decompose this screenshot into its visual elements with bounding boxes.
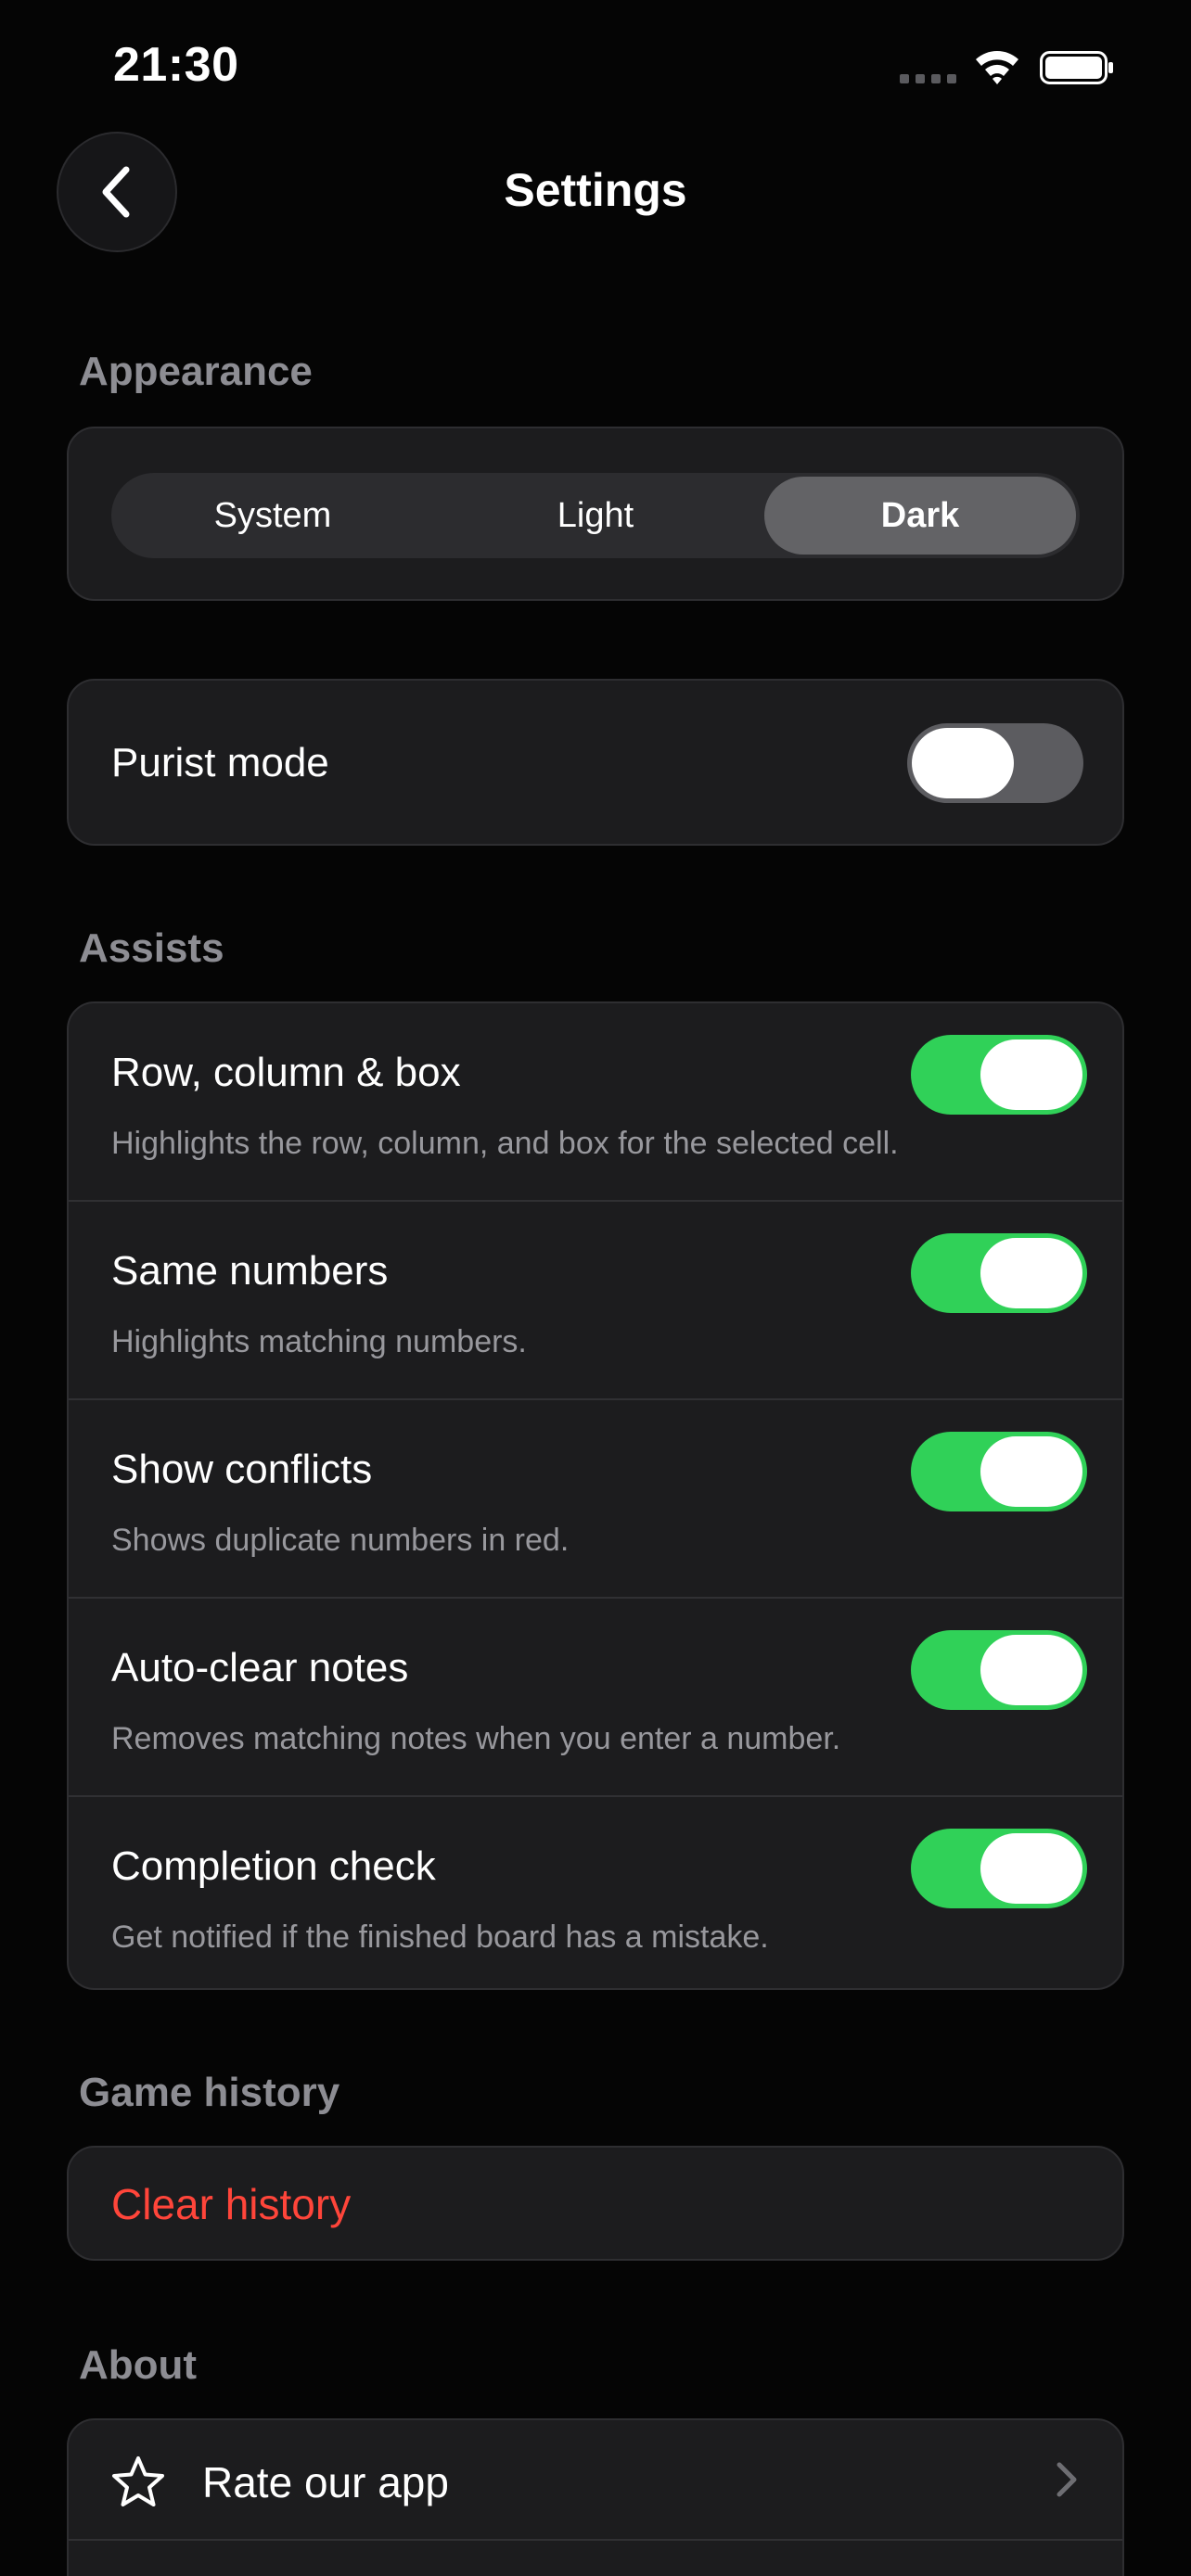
assist-subtitle: Highlights matching numbers. <box>111 1324 527 1359</box>
page-title: Settings <box>504 164 687 216</box>
about-card: Rate our app <box>67 2418 1124 2576</box>
auto-clear-notes-toggle[interactable] <box>911 1630 1087 1710</box>
toggle-knob <box>912 728 1014 798</box>
toggle-knob <box>980 1635 1082 1705</box>
show-conflicts-toggle[interactable] <box>911 1432 1087 1511</box>
assist-title: Show conflicts <box>111 1447 373 1492</box>
assist-subtitle: Removes matching notes when you enter a … <box>111 1721 841 1756</box>
appearance-option-dark[interactable]: Dark <box>764 477 1076 555</box>
assists-section-header: Assists <box>79 925 224 971</box>
assists-card: Row, column & box Highlights the row, co… <box>67 1001 1124 1990</box>
assist-row-same-numbers: Same numbers Highlights matching numbers… <box>69 1202 1122 1400</box>
toggle-knob <box>980 1436 1082 1507</box>
status-time: 21:30 <box>113 38 239 92</box>
assist-title: Auto-clear notes <box>111 1645 409 1690</box>
assist-subtitle: Get notified if the finished board has a… <box>111 1919 769 1955</box>
assist-row-row-column-box: Row, column & box Highlights the row, co… <box>69 1003 1122 1202</box>
wifi-icon <box>976 51 1018 84</box>
purist-mode-toggle[interactable] <box>907 723 1083 803</box>
toggle-knob <box>980 1039 1082 1110</box>
assist-row-show-conflicts: Show conflicts Shows duplicate numbers i… <box>69 1400 1122 1599</box>
game-history-section-header: Game history <box>79 2070 340 2115</box>
assist-row-completion-check: Completion check Get notified if the fin… <box>69 1797 1122 1988</box>
assist-title: Row, column & box <box>111 1050 461 1095</box>
appearance-card: System Light Dark <box>67 427 1124 601</box>
completion-check-toggle[interactable] <box>911 1829 1087 1908</box>
appearance-segmented-control: System Light Dark <box>111 473 1080 558</box>
toggle-knob <box>980 1833 1082 1904</box>
appearance-option-light[interactable]: Light <box>434 473 757 558</box>
battery-icon <box>1040 51 1113 84</box>
clear-history-label: Clear history <box>111 2180 352 2228</box>
rate-app-label: Rate our app <box>202 2458 449 2506</box>
toggle-knob <box>980 1238 1082 1308</box>
status-bar: 21:30 <box>0 0 1191 130</box>
cellular-signal-icon <box>900 74 957 83</box>
assist-title: Completion check <box>111 1843 436 1889</box>
assist-row-auto-clear-notes: Auto-clear notes Removes matching notes … <box>69 1599 1122 1797</box>
assist-subtitle: Shows duplicate numbers in red. <box>111 1523 570 1558</box>
same-numbers-toggle[interactable] <box>911 1233 1087 1313</box>
purist-mode-label: Purist mode <box>111 740 329 785</box>
purist-card: Purist mode <box>67 679 1124 846</box>
row-column-box-toggle[interactable] <box>911 1035 1087 1115</box>
settings-screen: 21:30 Settings Appearance System Light D… <box>0 0 1191 2576</box>
about-section-header: About <box>79 2342 198 2388</box>
rate-app-row[interactable]: Rate our app <box>69 2420 1122 2541</box>
clear-history-button[interactable]: Clear history <box>67 2146 1124 2261</box>
chevron-right-icon <box>1057 2462 1077 2497</box>
star-icon <box>112 2456 164 2506</box>
assist-title: Same numbers <box>111 1248 389 1294</box>
appearance-section-header: Appearance <box>79 349 313 394</box>
appearance-option-system[interactable]: System <box>111 473 434 558</box>
assist-subtitle: Highlights the row, column, and box for … <box>111 1126 899 1161</box>
